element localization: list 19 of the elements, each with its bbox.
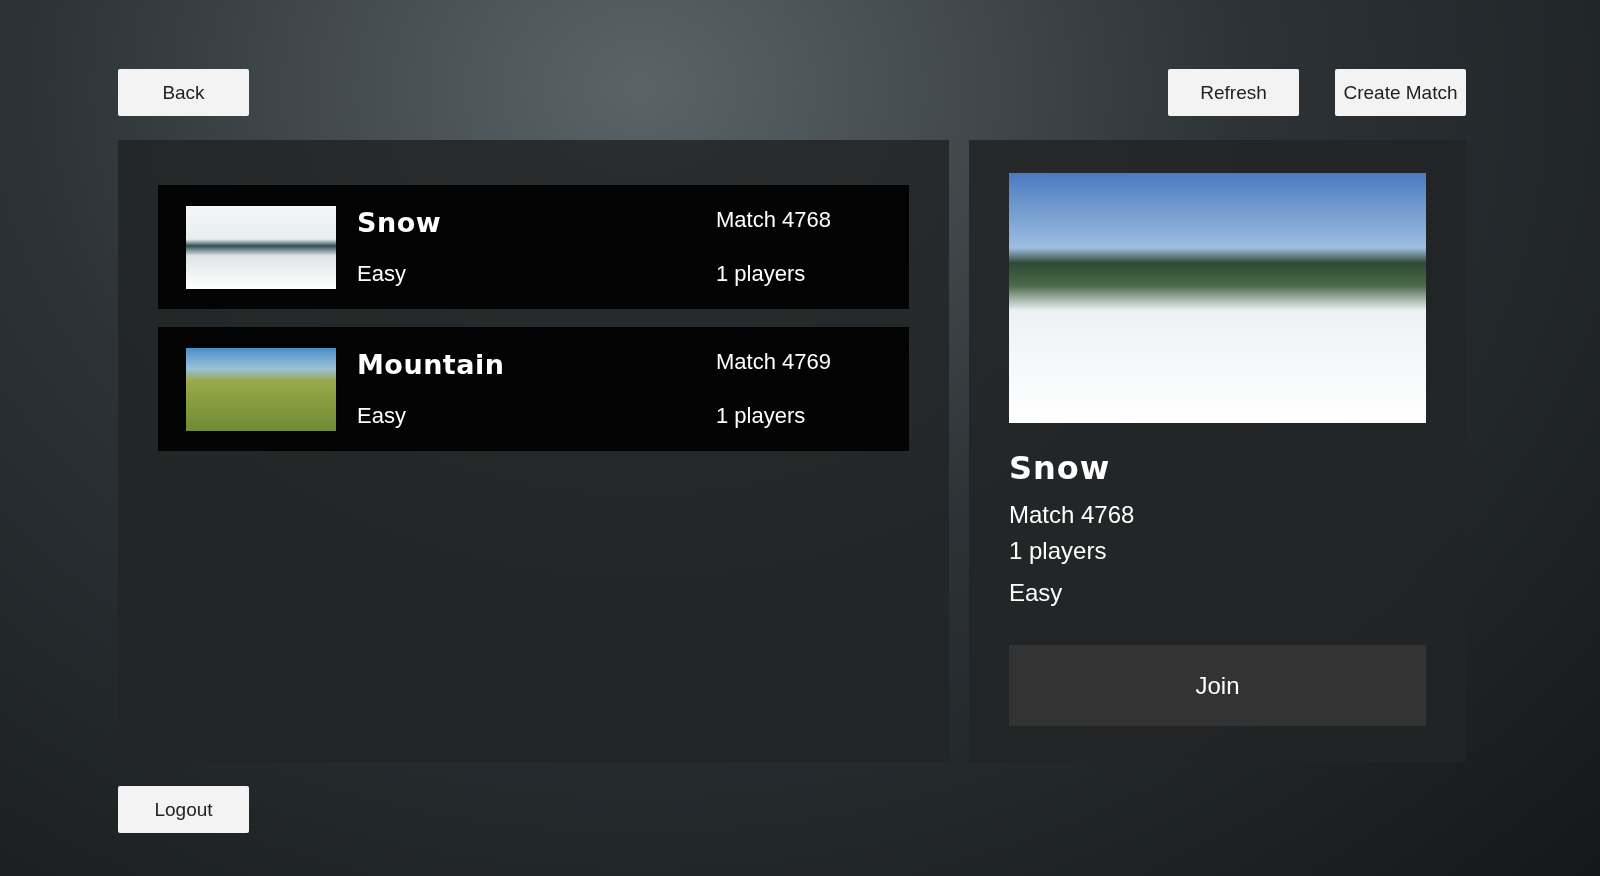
difficulty: Easy	[357, 261, 407, 287]
match-id: Match 4768	[1009, 501, 1136, 529]
player-count: 1 players	[716, 403, 807, 429]
match-id: Match 4769	[716, 349, 831, 375]
difficulty: Easy	[357, 403, 407, 429]
player-count: 1 players	[1009, 537, 1108, 565]
create-match-button[interactable]: Create Match	[1335, 69, 1466, 116]
match-id: Match 4768	[716, 207, 831, 233]
player-count: 1 players	[716, 261, 807, 287]
join-button[interactable]: Join	[1009, 645, 1426, 726]
logout-button[interactable]: Logout	[118, 786, 249, 833]
map-name: Mountain	[357, 349, 506, 380]
match-row[interactable]: Snow Easy Match 4768 1 players	[158, 185, 909, 309]
back-button[interactable]: Back	[118, 69, 249, 116]
map-name: Snow	[1009, 449, 1112, 487]
map-name: Snow	[357, 207, 443, 238]
refresh-button[interactable]: Refresh	[1168, 69, 1299, 116]
difficulty: Easy	[1009, 579, 1064, 607]
match-row[interactable]: Mountain Easy Match 4769 1 players	[158, 327, 909, 451]
